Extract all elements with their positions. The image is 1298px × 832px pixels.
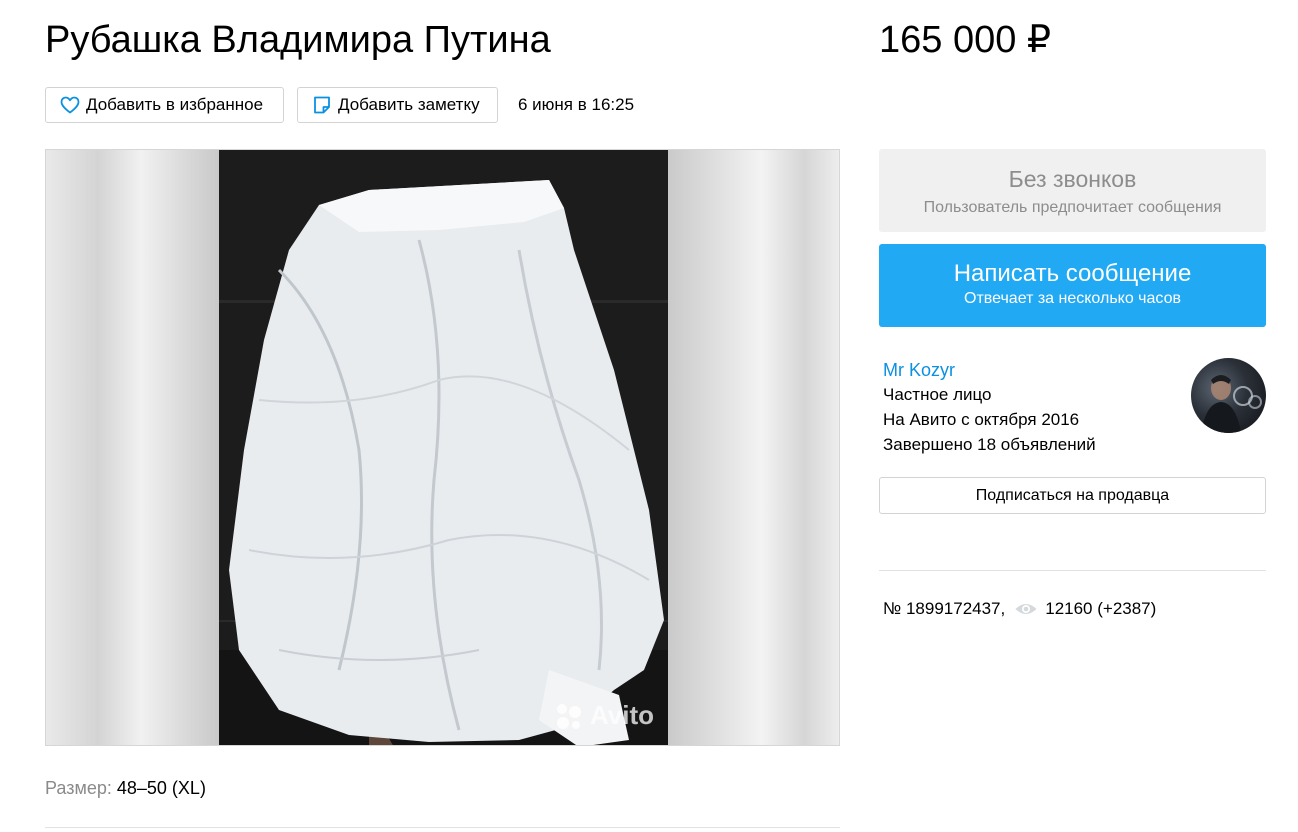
response-time-label: Отвечает за несколько часов	[964, 290, 1181, 307]
page-title: Рубашка Владимира Путина	[45, 19, 551, 61]
write-message-label: Написать сообщение	[953, 260, 1192, 287]
size-label: Размер:	[45, 778, 112, 798]
avito-watermark-text: Avito	[589, 700, 654, 730]
add-note-label: Добавить заметку	[338, 95, 480, 114]
avito-watermark: Avito	[554, 700, 654, 731]
divider	[45, 827, 840, 828]
note-icon	[314, 96, 330, 114]
seller-name-link[interactable]: Mr Kozyr	[883, 359, 955, 381]
add-to-favorites-button[interactable]: Добавить в избранное	[45, 87, 284, 123]
seller-avatar[interactable]	[1191, 358, 1266, 433]
item-meta: № 1899172437, 12160 (+2387)	[883, 598, 1156, 620]
shirt-photo	[219, 150, 668, 745]
write-message-button[interactable]: Написать сообщение Отвечает за несколько…	[879, 244, 1266, 327]
avito-logo-icon	[556, 703, 581, 729]
breadcrumb	[0, 0, 1298, 4]
subscribe-seller-button[interactable]: Подписаться на продавца	[879, 477, 1266, 514]
no-calls-title: Без звонков	[1008, 166, 1137, 192]
seller-type: Частное лицо	[883, 385, 992, 404]
add-to-favorites-label: Добавить в избранное	[86, 95, 264, 114]
seller-completed-count: Завершено 18 объявлений	[883, 435, 1096, 454]
gallery-blur-right	[666, 150, 839, 745]
add-note-button[interactable]: Добавить заметку	[297, 87, 498, 123]
no-calls-notice: Без звонков Пользователь предпочитает со…	[879, 149, 1266, 232]
size-parameter: Размер: 48–50 (XL)	[45, 777, 206, 799]
gallery-blur-left	[46, 150, 219, 745]
photo-gallery[interactable]: Avito	[45, 149, 840, 746]
main-photo[interactable]: Avito	[219, 150, 668, 745]
views-count: 12160 (+2387)	[1045, 599, 1157, 618]
seller-since: На Авито с октября 2016	[883, 410, 1080, 429]
price: 165 000 ₽	[879, 19, 1052, 61]
eye-icon	[1015, 604, 1037, 614]
item-number: № 1899172437,	[883, 599, 1006, 618]
size-value: 48–50 (XL)	[111, 778, 206, 798]
no-calls-subtitle: Пользователь предпочитает сообщения	[923, 199, 1222, 216]
divider	[879, 570, 1266, 571]
publish-date: 6 июня в 16:25	[518, 95, 635, 114]
heart-icon	[60, 96, 80, 114]
avatar-image	[1201, 375, 1262, 433]
